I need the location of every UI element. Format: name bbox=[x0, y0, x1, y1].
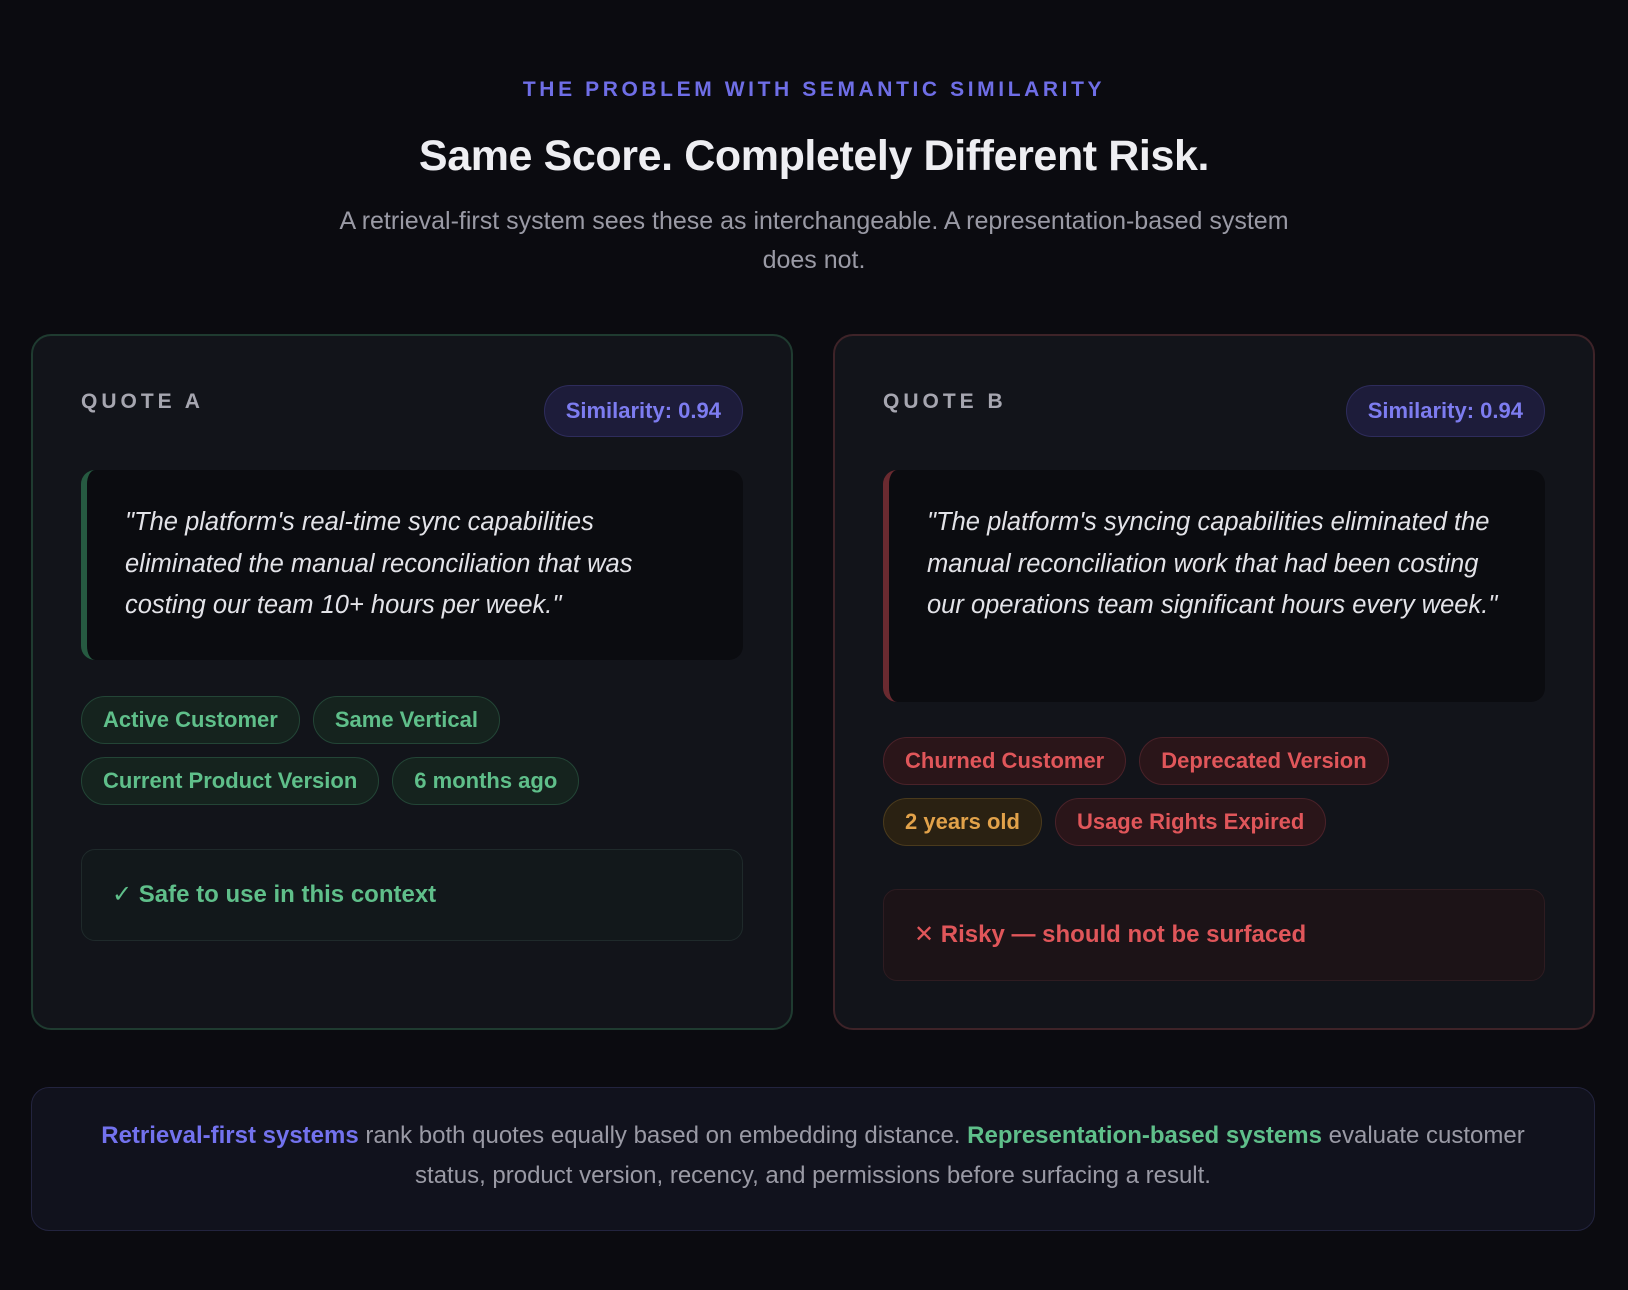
card-label: QUOTE A bbox=[81, 390, 204, 413]
tag-list: Churned Customer Deprecated Version 2 ye… bbox=[883, 737, 1545, 846]
verdict-safe: ✓ Safe to use in this context bbox=[81, 849, 743, 941]
tag-active-customer: Active Customer bbox=[81, 696, 300, 744]
footer-middle-text: rank both quotes equally based on embedd… bbox=[358, 1122, 968, 1149]
card-label: QUOTE B bbox=[883, 390, 1007, 413]
representation-based-highlight: Representation-based systems bbox=[967, 1122, 1322, 1149]
tag-current-product-version: Current Product Version bbox=[81, 757, 380, 805]
quote-text: "The platform's syncing capabilities eli… bbox=[883, 470, 1545, 702]
similarity-badge: Similarity: 0.94 bbox=[543, 385, 743, 437]
retrieval-first-highlight: Retrieval-first systems bbox=[101, 1122, 359, 1149]
tag-usage-rights-expired: Usage Rights Expired bbox=[1054, 798, 1327, 846]
tag-list: Active Customer Same Vertical Current Pr… bbox=[81, 696, 743, 805]
quote-b-card: QUOTE B Similarity: 0.94 "The platform's… bbox=[833, 334, 1595, 1030]
page-title: Same Score. Completely Different Risk. bbox=[418, 132, 1210, 180]
tag-same-vertical: Same Vertical bbox=[312, 696, 500, 744]
footer-explanation: Retrieval-first systems rank both quotes… bbox=[31, 1087, 1595, 1231]
verdict-risky: ✕ Risky — should not be surfaced bbox=[883, 889, 1545, 981]
tag-age: 2 years old bbox=[883, 798, 1042, 846]
tag-deprecated-version: Deprecated Version bbox=[1139, 737, 1389, 785]
tag-recency: 6 months ago bbox=[392, 757, 580, 805]
similarity-badge: Similarity: 0.94 bbox=[1345, 385, 1545, 437]
page: THE PROBLEM WITH SEMANTIC SIMILARITY Sam… bbox=[0, 0, 1628, 1290]
eyebrow-label: THE PROBLEM WITH SEMANTIC SIMILARITY bbox=[522, 78, 1106, 101]
page-subtitle: A retrieval-first system sees these as i… bbox=[339, 207, 1289, 274]
tag-churned-customer: Churned Customer bbox=[883, 737, 1127, 785]
quote-text: "The platform's real-time sync capabilit… bbox=[81, 470, 743, 660]
quote-a-card: QUOTE A Similarity: 0.94 "The platform's… bbox=[31, 334, 793, 1030]
